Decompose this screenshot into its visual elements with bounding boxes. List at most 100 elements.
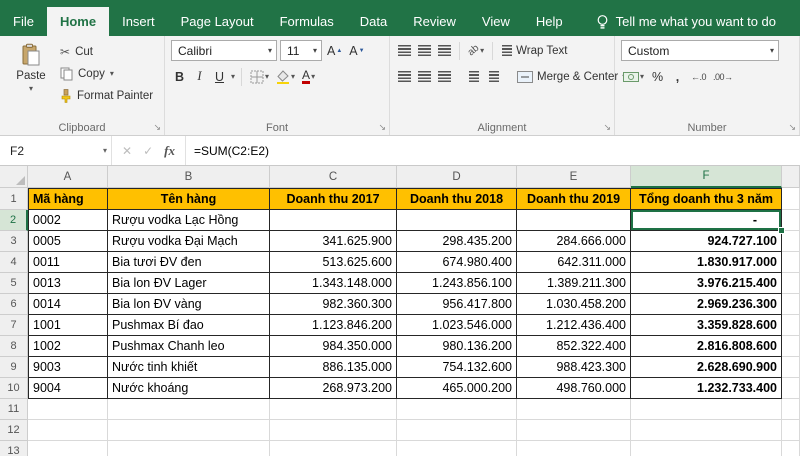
- cell-B4[interactable]: Bia tươi ĐV đen: [108, 252, 270, 273]
- orientation-button[interactable]: ab ▾: [466, 40, 486, 61]
- tell-me-box[interactable]: Tell me what you want to do: [596, 7, 776, 36]
- cell-A3[interactable]: 0005: [28, 231, 108, 252]
- cell-C13[interactable]: [270, 441, 397, 456]
- row-header-12[interactable]: 12: [0, 420, 28, 441]
- cell-ghost-1[interactable]: [782, 188, 800, 210]
- cell-C1[interactable]: Doanh thu 2017: [270, 188, 397, 210]
- cell-F13[interactable]: [631, 441, 782, 456]
- cell-D1[interactable]: Doanh thu 2018: [397, 188, 517, 210]
- cell-A2[interactable]: 0002: [28, 210, 108, 231]
- cell-C5[interactable]: 1.343.148.000: [270, 273, 397, 294]
- cell-E8[interactable]: 852.322.400: [517, 336, 631, 357]
- underline-caret-icon[interactable]: ▾: [231, 73, 235, 81]
- formula-input[interactable]: =SUM(C2:E2): [186, 136, 800, 165]
- select-all-corner[interactable]: [0, 166, 28, 188]
- decrease-indent-button[interactable]: [465, 66, 482, 87]
- cell-D5[interactable]: 1.243.856.100: [397, 273, 517, 294]
- cell-C12[interactable]: [270, 420, 397, 441]
- name-box[interactable]: F2 ▾: [0, 136, 112, 165]
- cell-E13[interactable]: [517, 441, 631, 456]
- cell-E1[interactable]: Doanh thu 2019: [517, 188, 631, 210]
- percent-style-button[interactable]: %: [649, 66, 666, 87]
- cell-E7[interactable]: 1.212.436.400: [517, 315, 631, 336]
- column-header-F[interactable]: F: [631, 166, 782, 188]
- cell-A7[interactable]: 1001: [28, 315, 108, 336]
- fill-color-button[interactable]: ▾: [274, 66, 297, 87]
- cell-B6[interactable]: Bia lon ĐV vàng: [108, 294, 270, 315]
- cell-A4[interactable]: 0011: [28, 252, 108, 273]
- selection-fill-handle[interactable]: [778, 227, 785, 234]
- cell-E4[interactable]: 642.311.000: [517, 252, 631, 273]
- tab-review[interactable]: Review: [400, 7, 469, 36]
- font-name-combo[interactable]: Calibri ▾: [171, 40, 277, 61]
- cell-A5[interactable]: 0013: [28, 273, 108, 294]
- cell-D6[interactable]: 956.417.800: [397, 294, 517, 315]
- cell-B3[interactable]: Rượu vodka Đại Mạch: [108, 231, 270, 252]
- insert-function-icon[interactable]: fx: [164, 143, 175, 159]
- cell-ghost-6[interactable]: [782, 294, 800, 315]
- cell-E10[interactable]: 498.760.000: [517, 378, 631, 399]
- number-dialog-launcher-icon[interactable]: ↘: [788, 122, 796, 133]
- paste-button[interactable]: Paste ▾: [6, 40, 56, 106]
- column-header-B[interactable]: B: [108, 166, 270, 188]
- cell-B2[interactable]: Rượu vodka Lạc Hồng: [108, 210, 270, 231]
- cancel-icon[interactable]: ✕: [122, 144, 132, 158]
- cell-F3[interactable]: 924.727.100: [631, 231, 782, 252]
- cell-B10[interactable]: Nước khoáng: [108, 378, 270, 399]
- row-header-3[interactable]: 3: [0, 231, 28, 252]
- row-header-5[interactable]: 5: [0, 273, 28, 294]
- cell-F6[interactable]: 2.969.236.300: [631, 294, 782, 315]
- cell-ghost-4[interactable]: [782, 252, 800, 273]
- tab-data[interactable]: Data: [347, 7, 400, 36]
- cell-A6[interactable]: 0014: [28, 294, 108, 315]
- column-header-D[interactable]: D: [397, 166, 517, 188]
- alignment-dialog-launcher-icon[interactable]: ↘: [603, 122, 611, 133]
- borders-button[interactable]: ▾: [248, 66, 271, 87]
- cell-A1[interactable]: Mã hàng: [28, 188, 108, 210]
- cell-D2[interactable]: [397, 210, 517, 231]
- cell-ghost-9[interactable]: [782, 357, 800, 378]
- align-center-button[interactable]: [416, 66, 433, 87]
- font-size-combo[interactable]: 11 ▾: [280, 40, 322, 61]
- comma-style-button[interactable]: ,: [669, 66, 686, 87]
- cell-F2[interactable]: -: [631, 210, 782, 231]
- cell-C10[interactable]: 268.973.200: [270, 378, 397, 399]
- cell-C7[interactable]: 1.123.846.200: [270, 315, 397, 336]
- cell-A12[interactable]: [28, 420, 108, 441]
- align-right-button[interactable]: [436, 66, 453, 87]
- cell-D4[interactable]: 674.980.400: [397, 252, 517, 273]
- cell-A9[interactable]: 9003: [28, 357, 108, 378]
- cell-E3[interactable]: 284.666.000: [517, 231, 631, 252]
- cell-F10[interactable]: 1.232.733.400: [631, 378, 782, 399]
- cell-D12[interactable]: [397, 420, 517, 441]
- cut-button[interactable]: ✂ Cut: [60, 42, 153, 62]
- cell-F9[interactable]: 2.628.690.900: [631, 357, 782, 378]
- cell-B9[interactable]: Nước tinh khiết: [108, 357, 270, 378]
- cell-C11[interactable]: [270, 399, 397, 420]
- row-header-1[interactable]: 1: [0, 188, 28, 210]
- bottom-align-button[interactable]: [436, 40, 453, 61]
- clipboard-dialog-launcher-icon[interactable]: ↘: [153, 122, 161, 133]
- font-color-button[interactable]: A ▾: [300, 66, 317, 87]
- cell-E5[interactable]: 1.389.211.300: [517, 273, 631, 294]
- top-align-button[interactable]: [396, 40, 413, 61]
- cell-E12[interactable]: [517, 420, 631, 441]
- cell-B11[interactable]: [108, 399, 270, 420]
- column-header-E[interactable]: E: [517, 166, 631, 188]
- cell-F5[interactable]: 3.976.215.400: [631, 273, 782, 294]
- cell-A11[interactable]: [28, 399, 108, 420]
- tab-view[interactable]: View: [469, 7, 523, 36]
- cell-E9[interactable]: 988.423.300: [517, 357, 631, 378]
- merge-center-button[interactable]: Merge & Center ▾: [514, 66, 629, 87]
- row-header-7[interactable]: 7: [0, 315, 28, 336]
- paste-caret-icon[interactable]: ▾: [29, 85, 33, 93]
- enter-icon[interactable]: ✓: [143, 144, 153, 158]
- cell-D10[interactable]: 465.000.200: [397, 378, 517, 399]
- align-left-button[interactable]: [396, 66, 413, 87]
- column-header-C[interactable]: C: [270, 166, 397, 188]
- cell-D11[interactable]: [397, 399, 517, 420]
- cell-B8[interactable]: Pushmax Chanh leo: [108, 336, 270, 357]
- cell-B13[interactable]: [108, 441, 270, 456]
- cell-B12[interactable]: [108, 420, 270, 441]
- column-header-A[interactable]: A: [28, 166, 108, 188]
